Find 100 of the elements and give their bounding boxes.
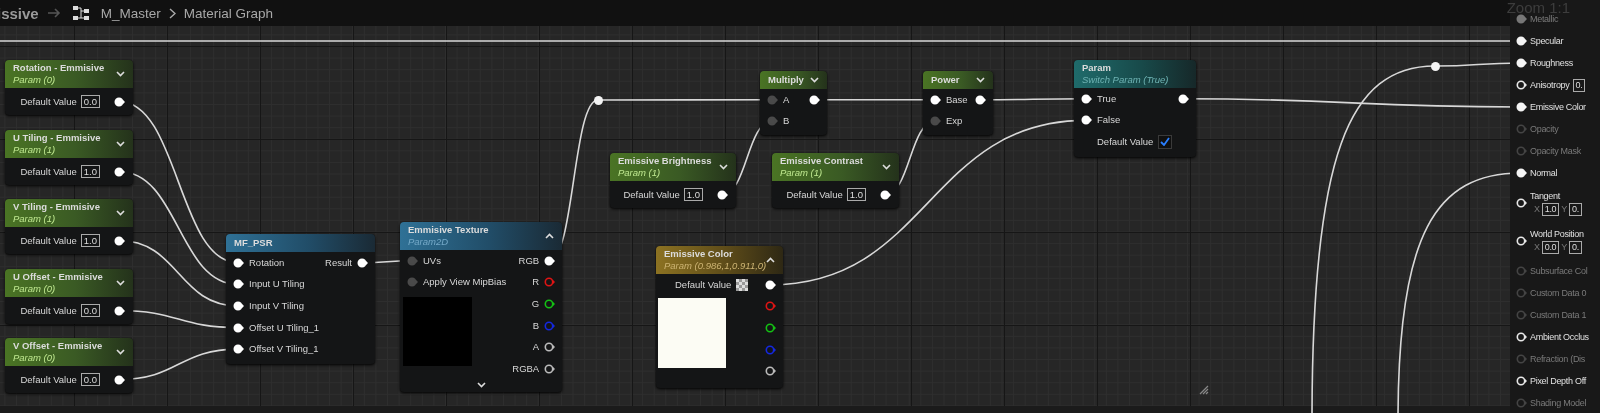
pin-label: Opacity Mask <box>1530 146 1581 156</box>
color-swatch[interactable] <box>736 278 749 291</box>
input-pin[interactable] <box>1516 124 1527 134</box>
output-pin[interactable] <box>765 323 777 333</box>
input-pin[interactable] <box>1516 310 1527 320</box>
pin-label: Emissive Color <box>1530 102 1586 112</box>
expand-chevron-icon[interactable] <box>476 381 486 388</box>
output-pin[interactable] <box>975 94 986 105</box>
expand-chevron-icon[interactable] <box>116 349 125 355</box>
pin-label: UVs <box>423 254 441 267</box>
output-pin[interactable] <box>717 189 728 200</box>
value-field[interactable]: 0.0 <box>1541 240 1560 254</box>
output-pin[interactable] <box>114 305 125 316</box>
input-pin[interactable] <box>407 277 418 288</box>
input-pin[interactable] <box>407 255 418 266</box>
resize-handle-icon[interactable] <box>1199 385 1209 395</box>
input-pin[interactable] <box>1516 354 1527 364</box>
expand-chevron-icon[interactable] <box>116 210 125 216</box>
pin-label: Result <box>325 256 352 269</box>
value-field[interactable]: 0. <box>1572 78 1586 92</box>
input-pin[interactable] <box>767 116 778 127</box>
node-title: Emissive Color <box>664 248 734 260</box>
output-pin[interactable] <box>544 363 556 374</box>
breadcrumb-link[interactable]: M_Master <box>100 5 161 21</box>
value-field[interactable]: 0.0 <box>80 373 100 386</box>
output-pin[interactable] <box>765 279 777 290</box>
graph-node[interactable]: Emmisive Texture Param2D UVs Apply View MipBias RGB R G B A RGBA <box>400 222 563 392</box>
input-pin[interactable] <box>1516 398 1527 408</box>
reroute-node[interactable] <box>593 95 603 105</box>
tab-title[interactable]: issive <box>0 4 39 22</box>
input-pin[interactable] <box>1516 288 1527 298</box>
expand-chevron-icon[interactable] <box>810 77 819 83</box>
graph-node[interactable]: Multiply A B <box>760 71 827 136</box>
expand-chevron-icon[interactable] <box>116 141 125 147</box>
expand-chevron-icon[interactable] <box>882 164 891 170</box>
graph-node[interactable]: Emissive Brightness Param (1) Default Value 1.0 <box>610 153 736 208</box>
output-pin[interactable] <box>114 166 125 177</box>
pin-label: Rotation <box>249 256 285 269</box>
node-title: Param <box>1082 62 1113 74</box>
reroute-node[interactable] <box>1430 61 1440 71</box>
node-subtitle: Switch Param (True) <box>1082 74 1169 86</box>
graph-node[interactable]: U Tiling - Emmisive Param (1) Default Value 1.0 <box>5 130 133 185</box>
value-field[interactable]: 0. <box>1569 240 1582 254</box>
value-field[interactable]: 1.0 <box>80 165 100 178</box>
field-label: Default Value <box>1097 136 1154 148</box>
value-field[interactable]: 1.0 <box>683 188 703 201</box>
value-field[interactable]: 0.0 <box>80 304 100 317</box>
node-title: Emissive Contrast <box>780 155 863 167</box>
value-field[interactable]: 0.0 <box>80 95 100 108</box>
output-pin[interactable] <box>114 96 125 107</box>
value-field[interactable]: 0. <box>1569 202 1582 216</box>
value-field[interactable]: 1.0 <box>80 234 100 247</box>
output-pin[interactable] <box>114 374 125 385</box>
node-subtitle: Param (1) <box>618 167 662 179</box>
graph-node[interactable]: Power Base Exp <box>923 71 993 136</box>
pin-label: Roughness <box>1530 58 1573 68</box>
graph-node[interactable]: Emissive Contrast Param (1) Default Value 1.0 <box>772 153 899 208</box>
pin-label: RGBA <box>512 362 540 375</box>
expand-chevron-icon[interactable] <box>116 280 125 286</box>
value-field[interactable]: 1.0 <box>846 188 866 201</box>
graph-node[interactable]: Param Switch Param (True) True False Default Value <box>1074 60 1197 157</box>
output-pin[interactable] <box>544 255 556 266</box>
pin-label: R <box>532 276 540 289</box>
output-pin[interactable] <box>765 366 777 377</box>
pin-label: G <box>531 298 540 310</box>
output-pin[interactable] <box>880 189 891 200</box>
arrow-icon[interactable] <box>46 7 61 19</box>
collapse-chevron-icon[interactable] <box>766 257 776 263</box>
output-pin[interactable] <box>1178 93 1190 104</box>
output-pin[interactable] <box>114 235 125 246</box>
input-pin[interactable] <box>1516 146 1527 156</box>
pin-label: A <box>532 341 540 354</box>
pin-label: Metallic <box>1530 14 1559 24</box>
checkbox[interactable] <box>1158 135 1173 149</box>
input-pin[interactable] <box>1516 14 1527 24</box>
output-pin[interactable] <box>544 299 556 309</box>
node-subtitle: Param (0) <box>13 74 57 86</box>
output-pin[interactable] <box>809 94 820 105</box>
collapse-chevron-icon[interactable] <box>545 233 555 239</box>
graph-node[interactable]: V Tiling - Emmisive Param (1) Default Value 1.0 <box>5 199 133 254</box>
expand-chevron-icon[interactable] <box>116 71 125 77</box>
graph-node[interactable]: U Offset - Emmisive Param (0) Default Value 0.0 <box>5 269 133 324</box>
field-label: Default Value <box>20 165 77 178</box>
graph-node[interactable]: V Offset - Emmisive Param (0) Default Value 0.0 <box>5 338 133 393</box>
node-title: V Offset - Emmisive <box>13 340 103 352</box>
output-pin[interactable] <box>357 257 368 268</box>
expand-chevron-icon[interactable] <box>976 77 985 83</box>
axis-label: Y <box>1561 204 1568 214</box>
expand-chevron-icon[interactable] <box>719 164 728 170</box>
input-pin[interactable] <box>1516 266 1527 276</box>
value-field[interactable]: 1.0 <box>1541 202 1560 216</box>
output-pin[interactable] <box>544 342 556 353</box>
graph-node[interactable]: MF_PSR Rotation Input U Tiling Input V Tiling Offset U Tiling_1 Offset V Tiling_1 Result <box>226 234 375 364</box>
graph-node[interactable]: Rotation - Emmisive Param (0) Default Value 0.0 <box>5 60 133 115</box>
node-title: MF_PSR <box>234 237 273 249</box>
node-subtitle: Param (0) <box>13 352 57 364</box>
graph-node[interactable]: Emissive Color Param (0.986,1,0.911,0) Default Value <box>656 246 784 388</box>
input-pin[interactable] <box>930 116 941 127</box>
input-pin[interactable] <box>767 94 778 105</box>
pin-label: A <box>783 93 790 106</box>
